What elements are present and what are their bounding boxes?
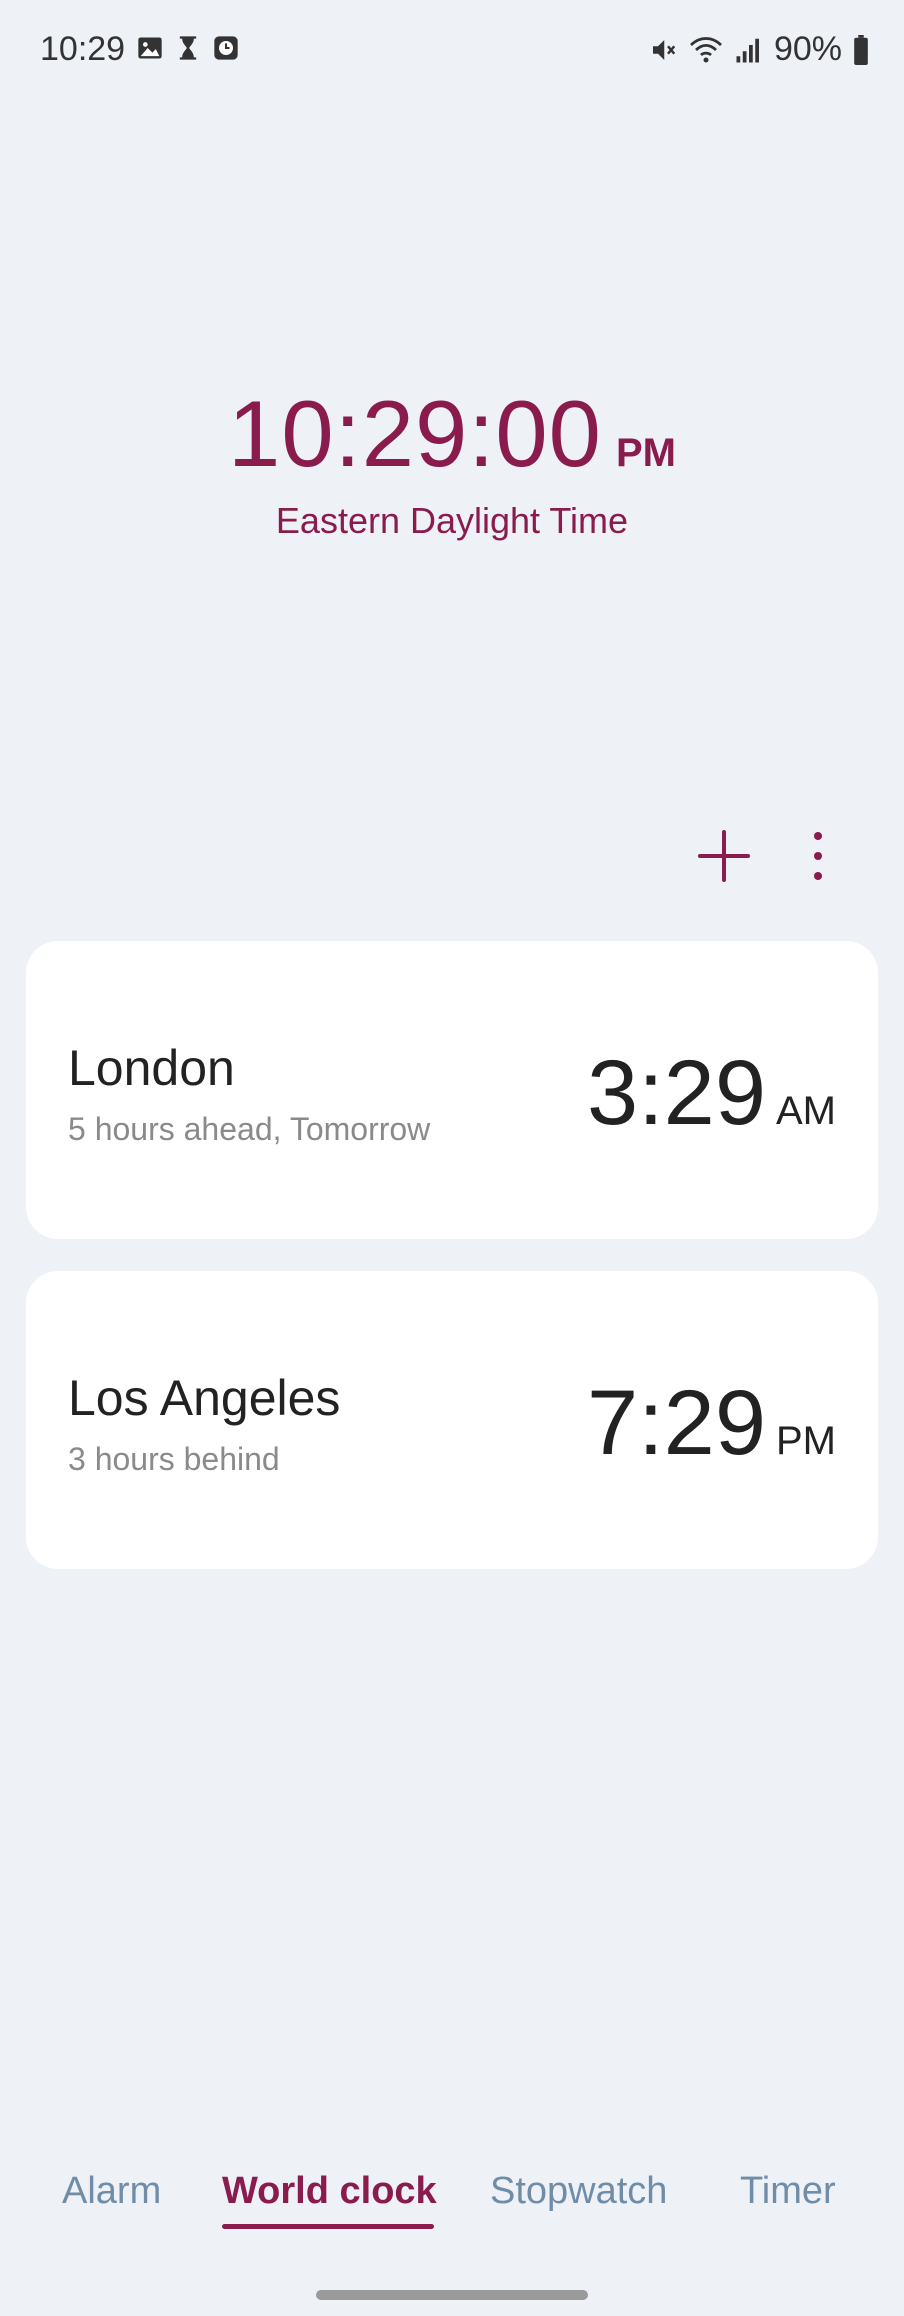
city-card-london[interactable]: London 5 hours ahead, Tomorrow 3:29 AM [26,941,878,1239]
status-bar: 10:29 90% [0,0,904,104]
city-time: 7:29 PM [587,1371,836,1476]
clock-app-icon [214,36,238,60]
bottom-tab-bar: Alarm World clock Stopwatch Timer [0,2170,904,2230]
city-card-los-angeles[interactable]: Los Angeles 3 hours behind 7:29 PM [26,1271,878,1569]
mute-icon [652,39,676,60]
city-name: London [68,1040,235,1096]
city-time-digits: 7:29 [586,1372,766,1474]
add-city-button[interactable] [694,826,754,886]
system-icons: 90% [648,30,870,69]
local-time: 10:29:00 PM [0,380,904,488]
more-vert-icon [814,832,822,880]
tab-timer[interactable]: Timer [740,2170,836,2213]
tab-alarm[interactable]: Alarm [62,2170,161,2213]
more-options-button[interactable] [800,826,836,886]
status-time: 10:29 [40,30,126,68]
city-name: Los Angeles [68,1370,341,1426]
local-time-digits: 10:29:00 [228,381,602,486]
home-indicator[interactable] [316,2290,588,2300]
city-time-difference: 5 hours ahead, Tomorrow [68,1111,431,1147]
notification-icons [136,34,240,62]
city-time-ampm: PM [776,1419,836,1463]
city-time: 3:29 AM [587,1041,836,1146]
active-tab-indicator [222,2224,434,2229]
gallery-icon [138,37,162,59]
city-time-digits: 3:29 [586,1042,766,1144]
plus-icon [698,830,750,882]
wifi-icon [689,36,722,62]
hourglass-icon [179,36,197,60]
battery-percent: 90% [773,30,842,68]
tab-stopwatch[interactable]: Stopwatch [490,2170,667,2213]
city-time-difference: 3 hours behind [68,1441,280,1477]
signal-icon [736,38,759,62]
city-time-ampm: AM [776,1089,836,1133]
local-timezone: Eastern Daylight Time [275,500,629,541]
local-time-ampm: PM [615,431,676,475]
tab-world-clock[interactable]: World clock [222,2170,437,2213]
battery-icon [854,34,868,65]
